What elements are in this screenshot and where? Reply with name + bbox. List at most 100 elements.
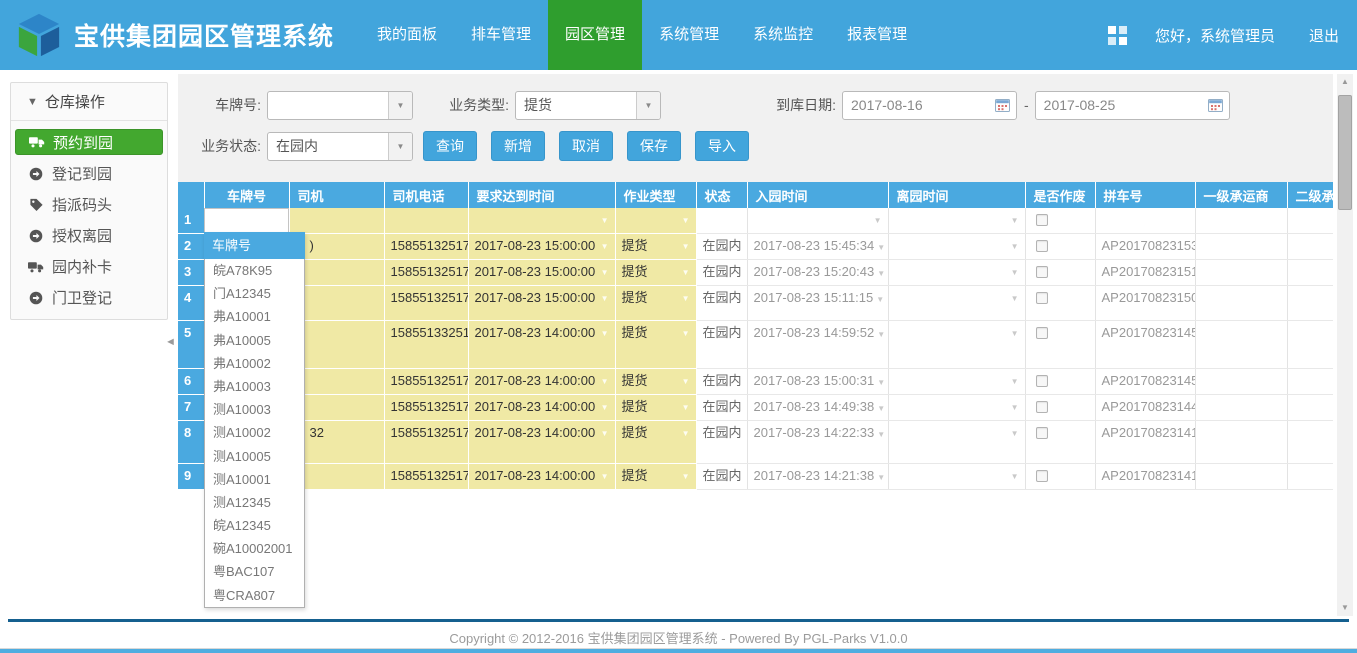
plate-option[interactable]: 碗A10002001 [205, 537, 304, 560]
row-number[interactable]: 7 [178, 395, 204, 421]
row-number[interactable]: 9 [178, 464, 204, 490]
query-button[interactable]: 查询 [423, 131, 477, 161]
entry-time-cell[interactable]: 2017-08-23 15:00:31▼ [747, 369, 888, 395]
entry-time-cell[interactable]: 2017-08-23 14:22:33▼ [747, 421, 888, 464]
exit-time-cell[interactable]: ▼ [888, 421, 1025, 464]
scroll-down-arrow-icon[interactable]: ▼ [1337, 600, 1353, 616]
row-number[interactable]: 4 [178, 286, 204, 321]
nav-item-system-management[interactable]: 系统管理 [642, 0, 736, 70]
void-checkbox[interactable] [1036, 240, 1048, 252]
operation-type-cell[interactable]: ▼提货 [615, 260, 696, 286]
import-button[interactable]: 导入 [695, 131, 749, 161]
driver-phone-cell[interactable]: 15855132517 [384, 234, 468, 260]
plate-option[interactable]: 皖A78K95 [205, 259, 304, 282]
driver-phone-cell[interactable]: 15855132517 [384, 395, 468, 421]
required-time-cell[interactable]: ▼2017-08-23 15:00:00 [468, 260, 615, 286]
operation-type-cell[interactable]: ▼提货 [615, 234, 696, 260]
entry-time-cell[interactable]: 2017-08-23 15:45:34▼ [747, 234, 888, 260]
nav-item-dispatch[interactable]: 排车管理 [454, 0, 548, 70]
chevron-down-icon[interactable]: ▼ [636, 92, 660, 119]
driver-phone-cell[interactable]: 15855132517 [384, 260, 468, 286]
chevron-down-icon[interactable]: ▼ [388, 92, 412, 119]
row-number[interactable]: 1 [178, 208, 204, 234]
operation-type-cell[interactable]: ▼ [615, 208, 696, 234]
plate-select[interactable]: ▼ [267, 91, 413, 120]
entry-time-cell[interactable]: 2017-08-23 15:20:43▼ [747, 260, 888, 286]
exit-time-cell[interactable]: ▼ [888, 321, 1025, 369]
driver-phone-cell[interactable]: 15855132517 [384, 369, 468, 395]
plate-option[interactable]: 测A10005 [205, 445, 304, 468]
apps-grid-icon[interactable] [1108, 26, 1127, 45]
row-number[interactable]: 3 [178, 260, 204, 286]
sidebar-item-gate-register[interactable]: 门卫登记 [11, 282, 167, 313]
plate-option[interactable]: 测A12345 [205, 491, 304, 514]
plate-option[interactable]: 测A10002 [205, 421, 304, 444]
driver-phone-cell[interactable]: 15855132517 [384, 286, 468, 321]
required-time-cell[interactable]: ▼ [468, 208, 615, 234]
business-status-select[interactable]: 在园内 ▼ [267, 132, 413, 161]
required-time-cell[interactable]: ▼2017-08-23 15:00:00 [468, 286, 615, 321]
save-button[interactable]: 保存 [627, 131, 681, 161]
row-number[interactable]: 2 [178, 234, 204, 260]
required-time-cell[interactable]: ▼2017-08-23 14:00:00 [468, 421, 615, 464]
operation-type-cell[interactable]: ▼提货 [615, 464, 696, 490]
plate-option[interactable]: 弗A10001 [205, 305, 304, 328]
required-time-cell[interactable]: ▼2017-08-23 14:00:00 [468, 464, 615, 490]
void-checkbox[interactable] [1036, 292, 1048, 304]
chevron-down-icon[interactable]: ▼ [388, 133, 412, 160]
void-checkbox[interactable] [1036, 427, 1048, 439]
vertical-scrollbar[interactable]: ▲ ▼ [1337, 74, 1353, 616]
scrollbar-thumb[interactable] [1338, 95, 1352, 210]
nav-item-report-management[interactable]: 报表管理 [830, 0, 924, 70]
nav-item-dashboard[interactable]: 我的面板 [360, 0, 454, 70]
add-button[interactable]: 新增 [491, 131, 545, 161]
plate-option[interactable]: 皖A12345 [205, 514, 304, 537]
plate-edit-cell[interactable] [204, 208, 289, 234]
logout-link[interactable]: 退出 [1309, 25, 1339, 46]
sidebar-item-assign-dock[interactable]: 指派码头 [11, 189, 167, 220]
required-time-cell[interactable]: ▼2017-08-23 14:00:00 [468, 395, 615, 421]
sidebar-item-authorize-departure[interactable]: 授权离园 [11, 220, 167, 251]
nav-item-system-monitor[interactable]: 系统监控 [736, 0, 830, 70]
exit-time-cell[interactable]: ▼ [888, 395, 1025, 421]
row-number[interactable]: 8 [178, 421, 204, 464]
calendar-icon[interactable] [1208, 98, 1223, 112]
plate-option[interactable]: 弗A10003 [205, 375, 304, 398]
driver-phone-cell[interactable]: 15855132517 [384, 464, 468, 490]
exit-time-cell[interactable]: ▼ [888, 369, 1025, 395]
exit-time-cell[interactable]: ▼ [888, 464, 1025, 490]
driver-cell[interactable] [289, 208, 384, 234]
plate-option[interactable]: 测A10001 [205, 468, 304, 491]
void-checkbox[interactable] [1036, 214, 1048, 226]
plate-option[interactable]: 弗A10002 [205, 352, 304, 375]
operation-type-cell[interactable]: ▼提货 [615, 321, 696, 369]
exit-time-cell[interactable]: ▼ [888, 260, 1025, 286]
exit-time-cell[interactable]: ▼ [888, 234, 1025, 260]
void-checkbox[interactable] [1036, 470, 1048, 482]
business-type-select[interactable]: 提货 ▼ [515, 91, 661, 120]
operation-type-cell[interactable]: ▼提货 [615, 421, 696, 464]
operation-type-cell[interactable]: ▼提货 [615, 369, 696, 395]
operation-type-cell[interactable]: ▼提货 [615, 395, 696, 421]
entry-time-cell[interactable]: 2017-08-23 15:11:15▼ [747, 286, 888, 321]
sidebar-item-register-arrival[interactable]: 登记到园 [11, 158, 167, 189]
row-number[interactable]: 5 [178, 321, 204, 369]
cancel-button[interactable]: 取消 [559, 131, 613, 161]
nav-item-park-management[interactable]: 园区管理 [548, 0, 642, 70]
entry-time-cell[interactable]: ▼ [747, 208, 888, 234]
entry-time-cell[interactable]: 2017-08-23 14:21:38▼ [747, 464, 888, 490]
exit-time-cell[interactable]: ▼ [888, 208, 1025, 234]
scroll-up-arrow-icon[interactable]: ▲ [1337, 74, 1353, 90]
calendar-icon[interactable] [995, 98, 1010, 112]
entry-time-cell[interactable]: 2017-08-23 14:49:38▼ [747, 395, 888, 421]
sidebar-item-reserve-arrival[interactable]: 预约到园 [15, 129, 163, 155]
plate-option[interactable]: 弗A10005 [205, 329, 304, 352]
plate-option[interactable]: 粤CRA807 [205, 584, 304, 607]
driver-phone-cell[interactable] [384, 208, 468, 234]
operation-type-cell[interactable]: ▼提货 [615, 286, 696, 321]
row-number[interactable]: 6 [178, 369, 204, 395]
plate-option[interactable]: 门A12345 [205, 282, 304, 305]
plate-option[interactable]: 测A10003 [205, 398, 304, 421]
date-from-input[interactable]: 2017-08-16 [842, 91, 1017, 120]
void-checkbox[interactable] [1036, 266, 1048, 278]
